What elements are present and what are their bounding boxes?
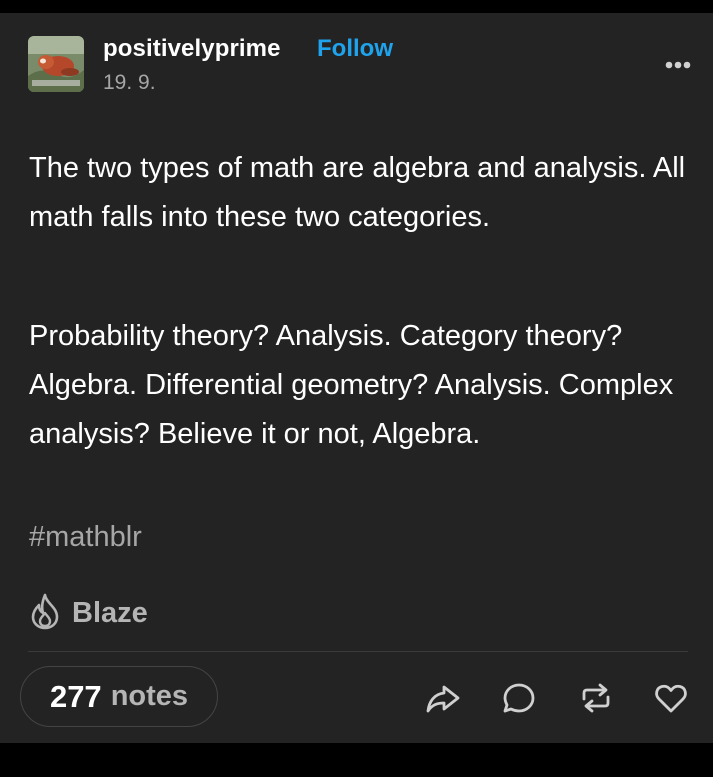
share-icon[interactable] bbox=[425, 681, 461, 715]
tag-link[interactable]: #mathblr bbox=[29, 521, 142, 554]
post-paragraph-1: The two types of math are algebra and an… bbox=[29, 152, 686, 233]
post-date: 19. 9. bbox=[103, 71, 156, 94]
reblog-icon[interactable] bbox=[578, 681, 614, 715]
like-icon[interactable] bbox=[653, 681, 689, 715]
notes-label: notes bbox=[110, 680, 189, 712]
avatar[interactable] bbox=[28, 36, 84, 92]
divider bbox=[28, 651, 688, 652]
post-paragraph-2: Probability theory? Analysis. Category t… bbox=[29, 320, 674, 450]
flame-icon bbox=[28, 592, 62, 635]
blaze-label: Blaze bbox=[72, 596, 148, 629]
reply-icon[interactable] bbox=[501, 681, 537, 715]
red-panda-avatar-image bbox=[28, 36, 84, 92]
blog-name[interactable]: positivelyprime bbox=[103, 35, 281, 63]
follow-button[interactable]: Follow bbox=[317, 35, 393, 63]
more-options-icon[interactable] bbox=[660, 53, 696, 77]
notes-count: 277 bbox=[49, 678, 102, 714]
post-card: positivelyprime Follow 19. 9. The two ty… bbox=[0, 13, 713, 743]
blaze-button[interactable]: Blaze bbox=[28, 591, 148, 635]
notes-button[interactable]: 277 notes bbox=[20, 666, 218, 727]
